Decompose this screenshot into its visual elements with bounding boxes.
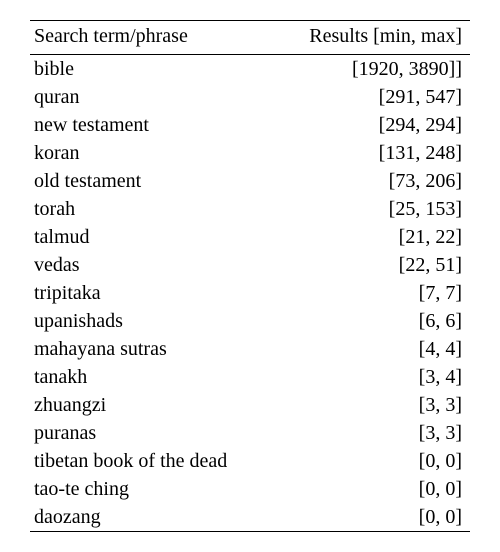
- cell-term: koran: [30, 139, 274, 167]
- table-row: tripitaka[7, 7]: [30, 279, 470, 307]
- cell-range: [73, 206]: [274, 167, 470, 195]
- table-row: torah[25, 153]: [30, 195, 470, 223]
- results-table: Search term/phrase Results [min, max] bi…: [30, 20, 470, 532]
- cell-range: [7, 7]: [274, 279, 470, 307]
- cell-term: torah: [30, 195, 274, 223]
- cell-range: [21, 22]: [274, 223, 470, 251]
- cell-range: [291, 547]: [274, 83, 470, 111]
- cell-range: [0, 0]: [274, 475, 470, 503]
- cell-range: [1920, 3890]]: [274, 55, 470, 84]
- col-header-term: Search term/phrase: [30, 21, 274, 55]
- table-header-row: Search term/phrase Results [min, max]: [30, 21, 470, 55]
- table-row: vedas[22, 51]: [30, 251, 470, 279]
- cell-term: tanakh: [30, 363, 274, 391]
- cell-term: upanishads: [30, 307, 274, 335]
- cell-term: daozang: [30, 503, 274, 532]
- cell-range: [0, 0]: [274, 503, 470, 532]
- cell-range: [3, 3]: [274, 419, 470, 447]
- cell-range: [22, 51]: [274, 251, 470, 279]
- cell-term: vedas: [30, 251, 274, 279]
- table-row: old testament[73, 206]: [30, 167, 470, 195]
- cell-term: bible: [30, 55, 274, 84]
- table-row: mahayana sutras[4, 4]: [30, 335, 470, 363]
- cell-term: old testament: [30, 167, 274, 195]
- table-row: tibetan book of the dead[0, 0]: [30, 447, 470, 475]
- cell-term: tibetan book of the dead: [30, 447, 274, 475]
- table-row: daozang[0, 0]: [30, 503, 470, 532]
- table-row: koran[131, 248]: [30, 139, 470, 167]
- cell-term: puranas: [30, 419, 274, 447]
- cell-term: mahayana sutras: [30, 335, 274, 363]
- table-row: quran[291, 547]: [30, 83, 470, 111]
- cell-range: [3, 3]: [274, 391, 470, 419]
- cell-range: [131, 248]: [274, 139, 470, 167]
- cell-term: new testament: [30, 111, 274, 139]
- col-header-range: Results [min, max]: [274, 21, 470, 55]
- cell-term: tripitaka: [30, 279, 274, 307]
- table-row: upanishads[6, 6]: [30, 307, 470, 335]
- table-row: zhuangzi[3, 3]: [30, 391, 470, 419]
- cell-term: tao-te ching: [30, 475, 274, 503]
- cell-range: [294, 294]: [274, 111, 470, 139]
- table-row: bible[1920, 3890]]: [30, 55, 470, 84]
- cell-range: [0, 0]: [274, 447, 470, 475]
- table-row: puranas[3, 3]: [30, 419, 470, 447]
- table-row: new testament[294, 294]: [30, 111, 470, 139]
- cell-term: talmud: [30, 223, 274, 251]
- table-row: talmud[21, 22]: [30, 223, 470, 251]
- cell-range: [6, 6]: [274, 307, 470, 335]
- cell-range: [4, 4]: [274, 335, 470, 363]
- table-row: tanakh[3, 4]: [30, 363, 470, 391]
- table-row: tao-te ching[0, 0]: [30, 475, 470, 503]
- cell-term: quran: [30, 83, 274, 111]
- cell-term: zhuangzi: [30, 391, 274, 419]
- cell-range: [25, 153]: [274, 195, 470, 223]
- cell-range: [3, 4]: [274, 363, 470, 391]
